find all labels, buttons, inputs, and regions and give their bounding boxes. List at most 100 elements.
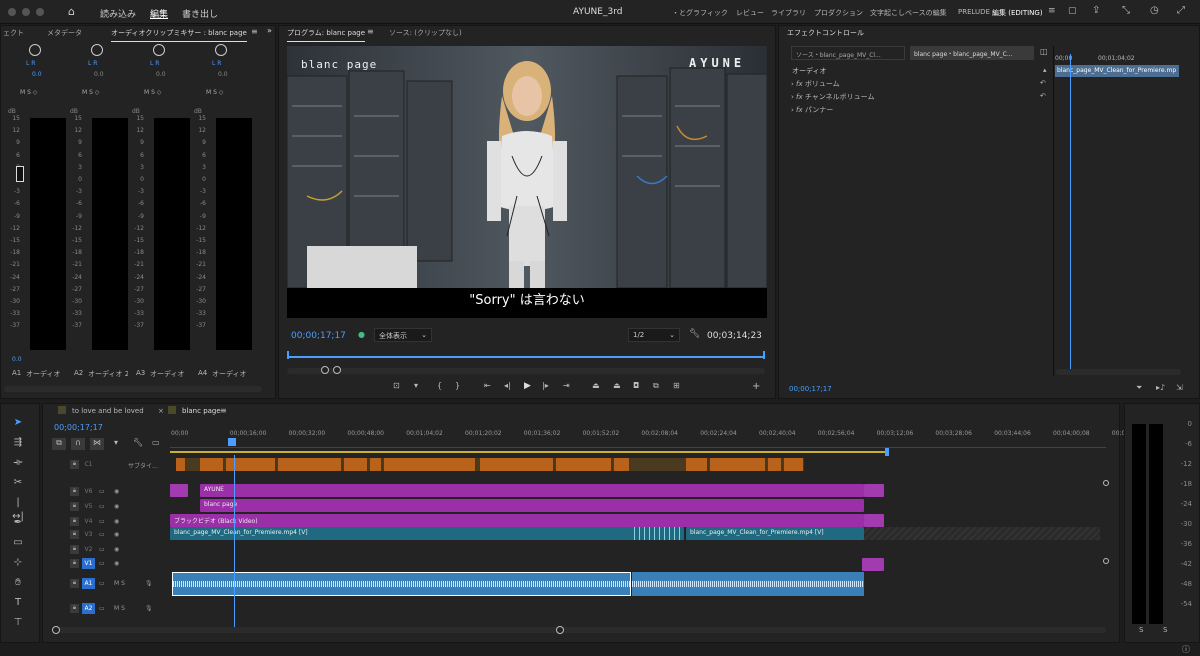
eye-icon-V6[interactable]: ◉ xyxy=(114,488,119,495)
eye-icon-V2[interactable]: ◉ xyxy=(114,546,119,553)
rectangle-tool-icon[interactable]: ▭ xyxy=(11,536,25,550)
a1-audio-clip-a[interactable] xyxy=(172,572,631,596)
workspace-menu-icon[interactable]: ≡ xyxy=(1048,6,1056,16)
tab-sequence-blanc[interactable]: blanc page xyxy=(182,407,221,415)
sync-lock-icon-V3[interactable]: ▭ xyxy=(99,531,105,538)
caption-clip[interactable] xyxy=(176,458,186,471)
volume-fader-handle[interactable] xyxy=(16,166,24,182)
time-ruler[interactable] xyxy=(170,438,1106,448)
lock-track-icon-C1[interactable]: 🔒︎ xyxy=(70,460,79,469)
effect-controls-title[interactable]: エフェクトコントロール xyxy=(787,28,864,42)
razor-tool-icon[interactable]: ✂︎ xyxy=(11,476,25,490)
proxy-toggle-icon[interactable]: ⊞ xyxy=(673,381,680,390)
track-mute-solo-A1[interactable]: M S xyxy=(114,580,125,587)
effect-tab-source[interactable]: ソース・blanc_page_MV_Cl... xyxy=(791,46,905,60)
mini-playhead[interactable] xyxy=(1070,54,1071,372)
mic-icon-A2[interactable]: 🎙︎ xyxy=(145,605,153,612)
play-icon[interactable]: ▶ xyxy=(524,381,531,391)
section-collapse-icon[interactable]: ▴ xyxy=(1043,66,1047,74)
reset-volume-icon[interactable]: ↶ xyxy=(1040,79,1046,87)
camera-icon[interactable]: ◘ xyxy=(633,381,639,390)
tab-program[interactable]: プログラム: blanc page xyxy=(287,28,366,42)
workspace-transcript[interactable]: 文字起こしベースの編集 xyxy=(870,8,947,18)
timeline-playhead-line[interactable] xyxy=(234,455,235,627)
menu-import[interactable]: 読み込み xyxy=(100,7,136,20)
effect-item-channel-volume[interactable]: › fx チャンネルボリューム xyxy=(791,92,874,102)
lock-track-icon-V3[interactable]: 🔒︎ xyxy=(70,530,79,539)
mini-timeline-scrollbar[interactable] xyxy=(1056,369,1181,375)
mic-icon-A1[interactable]: 🎙︎ xyxy=(145,580,153,587)
mixer-scrollbar[interactable] xyxy=(4,386,262,392)
sync-lock-icon-A2[interactable]: ▭ xyxy=(99,605,105,612)
ripple-edit-tool-icon[interactable]: ⟛ xyxy=(11,456,25,470)
slip-tool-icon[interactable]: |↔| xyxy=(11,496,25,522)
workspace-prelude[interactable]: PRELUDE xyxy=(958,8,990,16)
work-area-bar[interactable] xyxy=(170,451,886,453)
more-panels-icon[interactable]: » xyxy=(267,26,272,35)
eye-icon-V3[interactable]: ◉ xyxy=(114,531,119,538)
home-icon[interactable]: ⌂ xyxy=(68,5,75,18)
zoom-window-button[interactable] xyxy=(36,8,44,16)
timeline-timecode[interactable]: 00;00;17;17 xyxy=(54,423,103,432)
caption-clip[interactable] xyxy=(768,458,782,471)
caption-clip[interactable] xyxy=(370,458,382,471)
sync-lock-icon-V4[interactable]: ▭ xyxy=(99,518,105,525)
minimize-window-button[interactable] xyxy=(22,8,30,16)
pan-knob-A1[interactable] xyxy=(29,44,41,56)
effect-timecode[interactable]: 00;00;17;17 xyxy=(789,385,832,393)
solo-left-button[interactable]: S xyxy=(1139,626,1143,634)
notifications-icon[interactable]: ◷ xyxy=(1150,5,1159,16)
lift-icon[interactable]: ⏏ xyxy=(592,381,600,390)
resolution-select[interactable]: 1/2 ⌄ xyxy=(628,328,680,342)
pan-knob-A4[interactable] xyxy=(215,44,227,56)
sync-lock-icon-A1[interactable]: ▭ xyxy=(99,580,105,587)
lock-track-icon-A2[interactable]: 🔒︎ xyxy=(70,604,79,613)
pan-knob-A3[interactable] xyxy=(153,44,165,56)
track-id-A1[interactable]: A1 xyxy=(82,578,95,589)
sync-lock-icon-V5[interactable]: ▭ xyxy=(99,503,105,510)
track-id-V1[interactable]: V1 xyxy=(82,558,95,569)
workspace-graphics[interactable]: ・とグラフィック xyxy=(672,8,728,18)
v4-black-video-clip[interactable]: ブラックビデオ (Black Video) xyxy=(170,514,864,527)
track-id-C1[interactable]: C1 xyxy=(82,459,95,470)
linked-selection-icon[interactable]: ⋈ xyxy=(90,438,104,450)
lock-track-icon-A1[interactable]: 🔒︎ xyxy=(70,579,79,588)
tab-sequence-love[interactable]: to love and be loved xyxy=(72,407,144,415)
type-tool-icon[interactable]: T xyxy=(11,596,25,610)
caption-clip[interactable] xyxy=(200,458,224,471)
menu-edit[interactable]: 編集 xyxy=(150,7,168,20)
effect-tab-sequence[interactable]: blanc page・blanc_page_MV_C... xyxy=(910,46,1034,60)
add-marker-icon[interactable]: ▾ xyxy=(414,381,418,390)
v6-end-clip[interactable] xyxy=(864,484,884,497)
eye-icon-V1[interactable]: ◉ xyxy=(114,560,119,567)
caption-clip[interactable] xyxy=(278,458,342,471)
go-to-in-icon[interactable]: ⇤ xyxy=(484,381,491,390)
selection-tool-icon[interactable]: ➤ xyxy=(11,416,25,430)
eye-icon-V4[interactable]: ◉ xyxy=(114,518,119,525)
v1-end-clip[interactable] xyxy=(862,558,884,571)
show-timeline-icon[interactable]: ◫ xyxy=(1040,47,1048,56)
snap-icon[interactable]: ∩ xyxy=(71,438,85,450)
caption-clip[interactable] xyxy=(614,458,630,471)
info-icon[interactable]: ⓘ xyxy=(1182,644,1190,655)
channel-msk-buttons-A1[interactable]: M S ◇ xyxy=(20,89,37,96)
menu-export[interactable]: 書き出し xyxy=(182,7,218,20)
nest-icon[interactable]: ⧉ xyxy=(52,438,66,450)
solo-right-button[interactable]: S xyxy=(1163,626,1167,634)
track-id-A2[interactable]: A2 xyxy=(82,603,95,614)
step-forward-icon[interactable]: |▸ xyxy=(542,381,549,390)
channel-msk-buttons-A2[interactable]: M S ◇ xyxy=(82,89,99,96)
hand-tool-icon[interactable]: ✋︎ xyxy=(11,576,25,590)
go-to-out-icon[interactable]: ⇥ xyxy=(563,381,570,390)
settings-wrench-icon[interactable]: 🔧︎ xyxy=(689,329,700,339)
mark-in-icon[interactable]: { xyxy=(437,381,442,390)
fullscreen-icon[interactable]: ⤢ xyxy=(1177,5,1185,16)
mark-out-icon[interactable]: } xyxy=(455,381,460,390)
timeline-vertical-scrollbar[interactable] xyxy=(1103,460,1109,620)
captions-icon[interactable]: ▭ xyxy=(152,438,160,447)
program-menu-icon[interactable]: ≡ xyxy=(367,27,374,36)
v4-end-clip[interactable] xyxy=(864,514,884,527)
extract-icon[interactable]: ⏏ xyxy=(613,381,621,390)
zoom-select[interactable]: 全体表示 ⌄ xyxy=(374,328,432,342)
workspace-library[interactable]: ライブラリ xyxy=(771,8,806,18)
